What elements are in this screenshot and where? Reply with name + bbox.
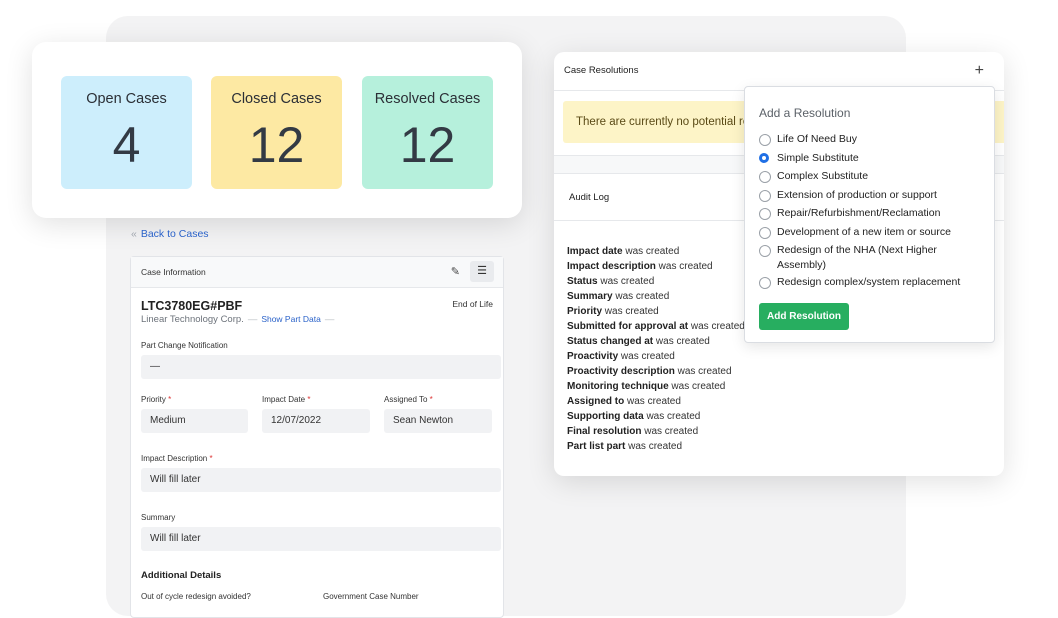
- back-to-cases-label: Back to Cases: [140, 228, 209, 240]
- back-to-cases-link[interactable]: «Back to Cases: [131, 228, 209, 240]
- audit-log-entry: Proactivity description was created: [567, 366, 732, 377]
- audit-log-entry: Proactivity was created: [567, 351, 675, 362]
- case-stats-card: Open Cases 4 Closed Cases 12 Resolved Ca…: [32, 42, 522, 218]
- radio-button[interactable]: [759, 190, 771, 202]
- summary-label: Summary: [141, 513, 176, 522]
- resolution-option-label: Redesign complex/system replacement: [777, 276, 961, 288]
- audit-log-entry: Status was created: [567, 276, 655, 287]
- closed-cases-tile[interactable]: Closed Cases 12: [211, 76, 342, 189]
- case-resolutions-title: Case Resolutions: [564, 65, 639, 76]
- priority-select[interactable]: Medium: [141, 409, 248, 433]
- audit-log-title: Audit Log: [569, 192, 610, 203]
- resolution-option-label: Extension of production or support: [777, 189, 937, 201]
- open-cases-count: 4: [112, 117, 141, 173]
- assigned-to-label: Assigned To *: [384, 395, 433, 404]
- resolution-option-label: Simple Substitute: [777, 152, 859, 164]
- chevron-left-icon: «: [131, 228, 137, 240]
- part-number: LTC3780EG#PBF: [141, 299, 243, 313]
- case-information-panel: Case Information ✎ ☰ LTC3780EG#PBF End o…: [130, 256, 504, 618]
- add-resolution-title: Add a Resolution: [759, 106, 851, 120]
- audit-log-entry: Status changed at was created: [567, 336, 710, 347]
- audit-log-entry: Monitoring technique was created: [567, 381, 726, 392]
- open-cases-label: Open Cases: [86, 91, 167, 107]
- open-cases-tile[interactable]: Open Cases 4: [61, 76, 192, 189]
- impact-date-label: Impact Date *: [262, 395, 311, 404]
- pcn-field[interactable]: —: [141, 355, 501, 379]
- summary-field[interactable]: Will fill later: [141, 527, 501, 551]
- redesign-avoided-label: Out of cycle redesign avoided?: [141, 592, 251, 601]
- add-resolution-button[interactable]: Add Resolution: [759, 303, 849, 330]
- radio-button[interactable]: [759, 208, 771, 220]
- resolution-option-label: Repair/Refurbishment/Reclamation: [777, 207, 941, 219]
- separator-dash: —: [324, 314, 335, 325]
- radio-button[interactable]: [759, 171, 771, 183]
- audit-log-entry: Priority was created: [567, 306, 659, 317]
- radio-button[interactable]: [759, 153, 769, 163]
- audit-log-list: Impact date was created Impact descriptio…: [567, 244, 745, 454]
- audit-log-entry: Final resolution was created: [567, 426, 699, 437]
- audit-log-entry: Submitted for approval at was created: [567, 321, 745, 332]
- separator-dash: —: [247, 314, 258, 325]
- radio-button[interactable]: [759, 245, 771, 257]
- assigned-to-select[interactable]: Sean Newton: [384, 409, 492, 433]
- manufacturer-line: Linear Technology Corp. — Show Part Data —: [141, 314, 338, 325]
- additional-details-heading: Additional Details: [141, 570, 222, 581]
- pencil-icon[interactable]: ✎: [451, 257, 460, 287]
- show-part-data-link[interactable]: Show Part Data: [261, 314, 321, 324]
- closed-cases-label: Closed Cases: [231, 91, 322, 107]
- priority-label: Priority *: [141, 395, 172, 404]
- audit-log-entry: Assigned to was created: [567, 396, 681, 407]
- case-information-header: Case Information ✎ ☰: [131, 257, 503, 288]
- resolved-cases-tile[interactable]: Resolved Cases 12: [362, 76, 493, 189]
- audit-log-entry: Impact description was created: [567, 261, 713, 272]
- impact-description-field[interactable]: Will fill later: [141, 468, 501, 492]
- audit-log-entry: Summary was created: [567, 291, 670, 302]
- closed-cases-count: 12: [248, 117, 305, 173]
- pcn-label: Part Change Notification: [141, 341, 228, 350]
- government-case-number-label: Government Case Number: [323, 592, 419, 601]
- lifecycle-status: End of Life: [452, 299, 493, 309]
- impact-description-label: Impact Description *: [141, 454, 213, 463]
- resolution-option-label: Life Of Need Buy: [777, 133, 857, 145]
- audit-log-entry: Supporting data was created: [567, 411, 701, 422]
- case-information-title: Case Information: [141, 267, 206, 277]
- audit-log-entry: Part list part was created: [567, 441, 683, 452]
- radio-button[interactable]: [759, 134, 771, 146]
- radio-button[interactable]: [759, 227, 771, 239]
- audit-log-entry: Impact date was created: [567, 246, 680, 257]
- plus-icon[interactable]: +: [975, 52, 984, 90]
- resolved-cases-count: 12: [399, 117, 456, 173]
- resolution-option-label: Development of a new item or source: [777, 226, 951, 238]
- radio-button[interactable]: [759, 277, 771, 289]
- menu-icon[interactable]: ☰: [470, 261, 494, 282]
- resolution-option-label: Redesign of the NHA (Next Higher Assembl…: [777, 244, 937, 271]
- manufacturer-name: Linear Technology Corp.: [141, 314, 244, 325]
- add-resolution-dropdown: Add a Resolution Life Of Need Buy Simple …: [744, 86, 995, 343]
- resolved-cases-label: Resolved Cases: [374, 91, 481, 107]
- resolution-option-label: Complex Substitute: [777, 170, 869, 182]
- impact-date-input[interactable]: 12/07/2022: [262, 409, 370, 433]
